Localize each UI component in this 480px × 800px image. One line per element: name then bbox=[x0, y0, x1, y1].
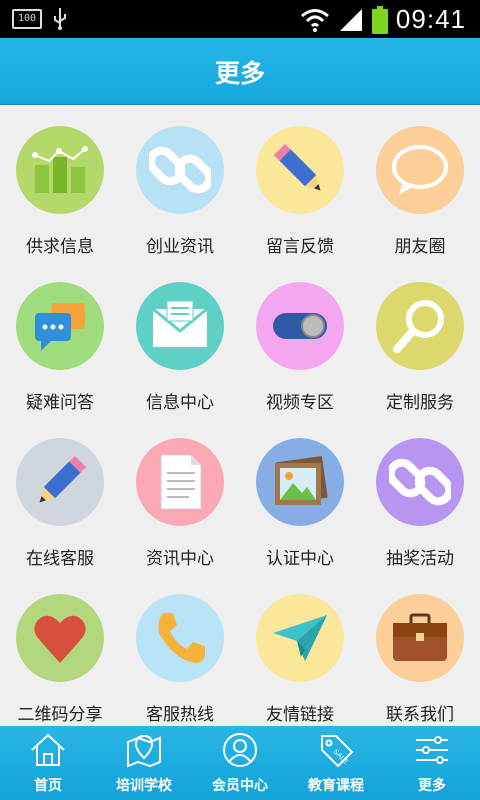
grid-item-supply-demand[interactable]: 供求信息 bbox=[0, 104, 120, 260]
grid-item-label: 联系我们 bbox=[386, 705, 454, 725]
grid-item-hotline[interactable]: 客服热线 bbox=[120, 572, 240, 728]
grid-item-label: 友情链接 bbox=[266, 705, 334, 725]
grid-item-lottery[interactable]: 抽奖活动 bbox=[360, 416, 480, 572]
pencil-icon bbox=[39, 455, 87, 503]
signal-icon bbox=[339, 8, 362, 31]
toggle-icon bbox=[273, 313, 327, 339]
clock: 09:41 bbox=[395, 4, 466, 34]
page-title: 更多 bbox=[214, 59, 265, 88]
tab-label: 首页 bbox=[34, 778, 62, 794]
grid-item-online-service[interactable]: 在线客服 bbox=[0, 416, 120, 572]
grid-item-label: 留言反馈 bbox=[266, 237, 334, 257]
heart-icon bbox=[34, 615, 86, 663]
tab-member-center[interactable]: 会员中心 bbox=[192, 726, 288, 800]
grid-item-news-center[interactable]: 资讯中心 bbox=[120, 416, 240, 572]
grid-item-label: 疑难问答 bbox=[26, 393, 94, 413]
tab-home[interactable]: 首页 bbox=[0, 726, 96, 800]
briefcase-icon bbox=[393, 613, 447, 661]
chat-bubbles-icon bbox=[35, 303, 85, 351]
envelope-icon bbox=[152, 300, 208, 347]
grid-item-contact[interactable]: 联系我们 bbox=[360, 572, 480, 728]
grid-item-label: 客服热线 bbox=[146, 705, 214, 725]
grid-item-info-center[interactable]: 信息中心 bbox=[120, 260, 240, 416]
grid-item-feedback[interactable]: 留言反馈 bbox=[240, 104, 360, 260]
grid-item-friends[interactable]: 朋友圈 bbox=[360, 104, 480, 260]
link-icon bbox=[149, 146, 211, 194]
grid-item-label: 在线客服 bbox=[26, 549, 94, 569]
sliders-icon bbox=[416, 736, 448, 764]
home-icon bbox=[31, 733, 65, 766]
picture-icon bbox=[275, 456, 328, 505]
map-icon bbox=[127, 734, 161, 768]
tab-training-schools[interactable]: 培训学校 bbox=[96, 726, 192, 800]
grid-item-label: 朋友圈 bbox=[394, 237, 446, 257]
grid-item-label: 视频专区 bbox=[266, 393, 334, 413]
document-icon bbox=[160, 454, 202, 510]
menu-grid: 供求信息 创业资讯 留言反馈 朋友圈 疑难问答 信息中心 视频专区 定制服务 在… bbox=[0, 104, 480, 726]
grid-item-custom-service[interactable]: 定制服务 bbox=[360, 260, 480, 416]
grid-item-qr-share[interactable]: 二维码分享 bbox=[0, 572, 120, 728]
link-icon bbox=[389, 458, 451, 506]
tab-label: 培训学校 bbox=[116, 778, 172, 794]
grid-item-label: 定制服务 bbox=[386, 393, 454, 413]
grid-item-label: 抽奖活动 bbox=[386, 549, 454, 569]
header-bar: 更多 bbox=[0, 38, 480, 105]
grid-item-certification[interactable]: 认证中心 bbox=[240, 416, 360, 572]
tab-more[interactable]: 更多 bbox=[384, 726, 480, 800]
grid-item-label: 二维码分享 bbox=[17, 705, 103, 725]
pencil-icon bbox=[273, 143, 321, 191]
battery-percent-icon: 100 bbox=[12, 9, 42, 29]
grid-item-video-zone[interactable]: 视频专区 bbox=[240, 260, 360, 416]
sale-tag-icon: SALE bbox=[321, 735, 354, 768]
tab-label: 会员中心 bbox=[212, 778, 268, 794]
bar-chart-icon bbox=[32, 146, 88, 193]
grid-item-label: 资讯中心 bbox=[146, 549, 214, 569]
status-bar: 100 09:41 bbox=[0, 0, 480, 38]
grid-item-label: 认证中心 bbox=[266, 549, 334, 569]
grid-item-label: 信息中心 bbox=[146, 393, 214, 413]
magnifier-icon bbox=[393, 300, 444, 353]
paper-plane-icon bbox=[273, 615, 327, 661]
usb-icon bbox=[54, 8, 66, 30]
battery-icon bbox=[371, 5, 388, 34]
grid-item-qa[interactable]: 疑难问答 bbox=[0, 260, 120, 416]
tab-label: 更多 bbox=[418, 778, 446, 794]
grid-item-startup-news[interactable]: 创业资讯 bbox=[120, 104, 240, 260]
bottom-tab-bar: 首页 培训学校 会员中心 SALE 教育课程 更多 bbox=[0, 726, 480, 800]
grid-item-label: 创业资讯 bbox=[146, 237, 214, 257]
tab-label: 教育课程 bbox=[308, 778, 364, 794]
grid-item-label: 供求信息 bbox=[26, 237, 94, 257]
tab-courses[interactable]: SALE 教育课程 bbox=[288, 726, 384, 800]
grid-item-links[interactable]: 友情链接 bbox=[240, 572, 360, 728]
phone-icon bbox=[158, 613, 205, 663]
wifi-icon bbox=[300, 8, 329, 32]
chat-bubble-icon bbox=[392, 145, 448, 195]
user-icon bbox=[223, 733, 257, 767]
